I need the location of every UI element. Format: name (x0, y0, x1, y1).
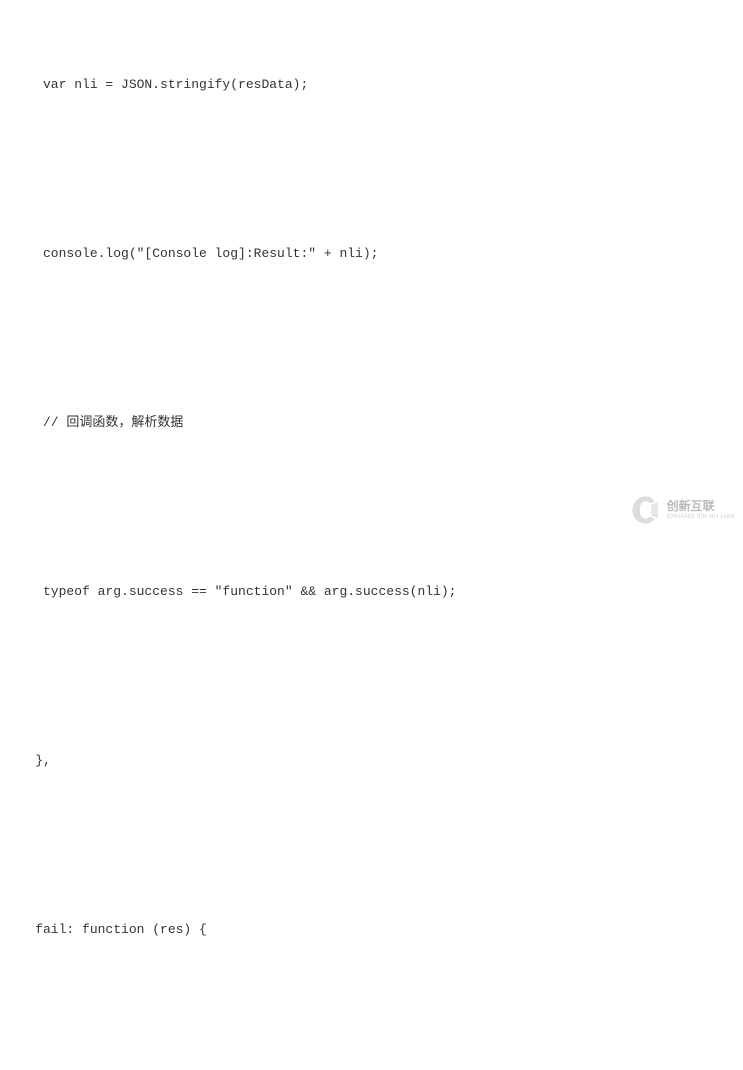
code-line: var nli = JSON.stringify(resData); (4, 68, 743, 102)
watermark: 创新互联 CHUANG XIN HU LIAN (629, 493, 735, 527)
watermark-text: 创新互联 CHUANG XIN HU LIAN (667, 499, 735, 521)
watermark-en: CHUANG XIN HU LIAN (667, 514, 735, 521)
code-line: }, (4, 744, 743, 778)
code-line: // 回调函数，解析数据 (4, 406, 743, 440)
watermark-logo-icon (629, 493, 663, 527)
code-line: console.log("[Console log]:Result:" + nl… (4, 237, 743, 271)
code-line: fail: function (res) { (4, 913, 743, 947)
watermark-cn: 创新互联 (667, 499, 735, 513)
code-snippet: var nli = JSON.stringify(resData); conso… (4, 0, 743, 1070)
code-line: typeof arg.success == "function" && arg.… (4, 575, 743, 609)
